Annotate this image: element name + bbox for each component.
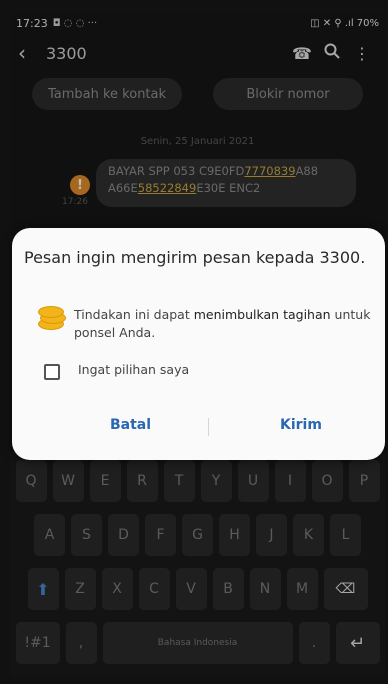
remember-choice-label[interactable]: Ingat pilihan saya: [78, 362, 189, 377]
cancel-button[interactable]: Batal: [104, 416, 157, 434]
remember-choice-checkbox[interactable]: [44, 364, 60, 380]
dialog-title: Pesan ingin mengirim pesan kepada 3300.: [24, 248, 366, 267]
button-divider: [208, 418, 209, 436]
send-button[interactable]: Kirim: [274, 416, 328, 434]
dialog-message-emphasis: menimbulkan tagihan: [193, 307, 331, 322]
dialog-message-text: Tindakan ini dapat: [74, 307, 194, 322]
dialog-message: Tindakan ini dapat menimbulkan tagihan u…: [74, 306, 374, 342]
premium-sms-dialog: Pesan ingin mengirim pesan kepada 3300. …: [12, 228, 385, 460]
coins-icon: [38, 304, 66, 330]
